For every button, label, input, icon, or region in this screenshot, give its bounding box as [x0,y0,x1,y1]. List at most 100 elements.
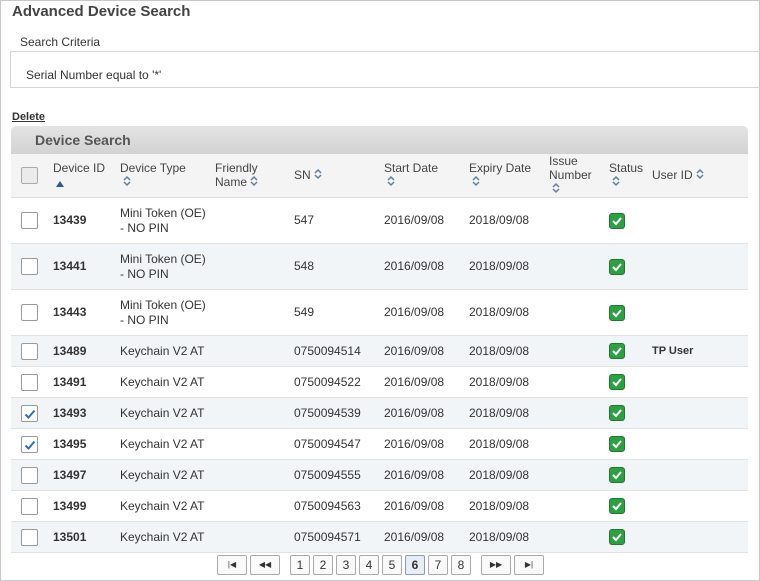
device-table: Device ID Device Type Friendly Name SN S… [11,154,748,554]
select-all-checkbox[interactable] [21,167,38,185]
page-2-button[interactable]: 2 [313,555,333,575]
row-checkbox[interactable] [21,497,38,515]
col-start-date[interactable]: Start Date [380,154,465,199]
cell-expiry-date: 2018/09/08 [465,490,545,523]
sort-icon[interactable] [123,175,131,190]
next-page-icon[interactable]: ▶▶ [481,555,511,575]
row-checkbox[interactable] [21,373,38,391]
cell-user-id: TP User [648,335,748,368]
status-active-icon [609,498,625,515]
sort-icon[interactable] [472,175,480,190]
status-cell [605,366,648,399]
row-checkbox[interactable] [21,435,38,453]
col-device-type[interactable]: Device Type [116,154,211,199]
cell-device-type: Keychain V2 AT [116,397,211,430]
page-3-button[interactable]: 3 [336,555,356,575]
col-status[interactable]: Status [605,154,648,199]
cell-sn: 0750094571 [290,521,380,554]
row-checkbox[interactable] [21,528,38,546]
table-row[interactable]: 13439 Mini Token (OE) - NO PIN 547 2016/09/… [11,197,748,245]
cell-sn: 0750094547 [290,428,380,461]
cell-start-date: 2016/09/08 [380,289,465,337]
cell-start-date: 2016/09/08 [380,335,465,368]
first-page-icon[interactable]: |◀ [217,555,247,575]
cell-user-id [648,428,748,461]
cell-friendly-name [211,459,290,492]
status-cell [605,335,648,368]
sort-icon[interactable] [696,168,704,183]
cell-friendly-name [211,197,290,245]
page-number-list: 12345678 [290,555,474,575]
page-6-button[interactable]: 6 [405,555,425,575]
cell-start-date: 2016/09/08 [380,366,465,399]
row-select-cell [11,197,49,245]
sort-icon[interactable] [612,175,620,190]
cell-device-id: 13491 [49,366,116,399]
cell-issue-number [545,335,605,368]
col-start-date-label: Start Date [384,161,439,175]
row-checkbox[interactable] [21,258,38,276]
col-issue-number-label: Issue Number [549,154,592,182]
cell-device-id: 13441 [49,243,116,291]
row-checkbox[interactable] [21,342,38,360]
col-expiry-date-label: Expiry Date [469,161,532,175]
last-page-icon[interactable]: ▶| [514,555,544,575]
cell-issue-number [545,490,605,523]
cell-friendly-name [211,335,290,368]
delete-link[interactable]: Delete [12,111,45,123]
col-device-id[interactable]: Device ID [49,154,116,199]
col-device-type-label: Device Type [120,161,186,175]
cell-expiry-date: 2018/09/08 [465,459,545,492]
status-active-icon [609,529,625,546]
row-checkbox[interactable] [21,212,38,230]
row-checkbox[interactable] [21,466,38,484]
row-checkbox[interactable] [21,404,38,422]
sort-icon[interactable] [387,175,395,190]
cell-issue-number [545,197,605,245]
table-row[interactable]: 13497 Keychain V2 AT 0750094555 2016/09/08 2… [11,459,748,492]
cell-device-id: 13501 [49,521,116,554]
sort-icon[interactable] [250,175,258,190]
table-row[interactable]: 13495 Keychain V2 AT 0750094547 2016/09/08 2… [11,428,748,461]
col-friendly-name[interactable]: Friendly Name [211,154,290,199]
table-row[interactable]: 13489 Keychain V2 AT 0750094514 2016/09/08 2… [11,335,748,368]
table-row[interactable]: 13501 Keychain V2 AT 0750094571 2016/09/08 2… [11,521,748,554]
col-issue-number[interactable]: Issue Number [545,154,605,199]
grid-title: Device Search [11,126,748,154]
table-row[interactable]: 13491 Keychain V2 AT 0750094522 2016/09/08 2… [11,366,748,399]
cell-friendly-name [211,243,290,291]
previous-page-icon[interactable]: ◀◀ [250,555,280,575]
cell-expiry-date: 2018/09/08 [465,521,545,554]
cell-device-type: Keychain V2 AT [116,459,211,492]
page-7-button[interactable]: 7 [428,555,448,575]
col-expiry-date[interactable]: Expiry Date [465,154,545,199]
status-cell [605,289,648,337]
table-row[interactable]: 13441 Mini Token (OE) - NO PIN 548 2016/09/… [11,243,748,291]
cell-device-type: Mini Token (OE) - NO PIN [116,289,211,337]
col-sn[interactable]: SN [290,154,380,199]
col-user-id[interactable]: User ID [648,154,748,199]
cell-friendly-name [211,521,290,554]
page-5-button[interactable]: 5 [382,555,402,575]
cell-friendly-name [211,428,290,461]
row-checkbox[interactable] [21,304,38,322]
cell-device-type: Keychain V2 AT [116,335,211,368]
page-8-button[interactable]: 8 [451,555,471,575]
row-select-cell [11,243,49,291]
cell-device-id: 13439 [49,197,116,245]
sort-icon[interactable] [314,168,322,183]
page-4-button[interactable]: 4 [359,555,379,575]
sort-icon[interactable] [552,182,560,197]
cell-user-id [648,459,748,492]
cell-user-id [648,243,748,291]
cell-sn: 549 [290,289,380,337]
cell-expiry-date: 2018/09/08 [465,366,545,399]
sort-ascending-icon[interactable] [56,176,64,190]
cell-device-type: Keychain V2 AT [116,366,211,399]
table-row[interactable]: 13443 Mini Token (OE) - NO PIN 549 2016/09/… [11,289,748,337]
table-row[interactable]: 13499 Keychain V2 AT 0750094563 2016/09/08 2… [11,490,748,523]
cell-issue-number [545,459,605,492]
status-active-icon [609,258,625,275]
table-row[interactable]: 13493 Keychain V2 AT 0750094539 2016/09/08 2… [11,397,748,430]
page-1-button[interactable]: 1 [290,555,310,575]
